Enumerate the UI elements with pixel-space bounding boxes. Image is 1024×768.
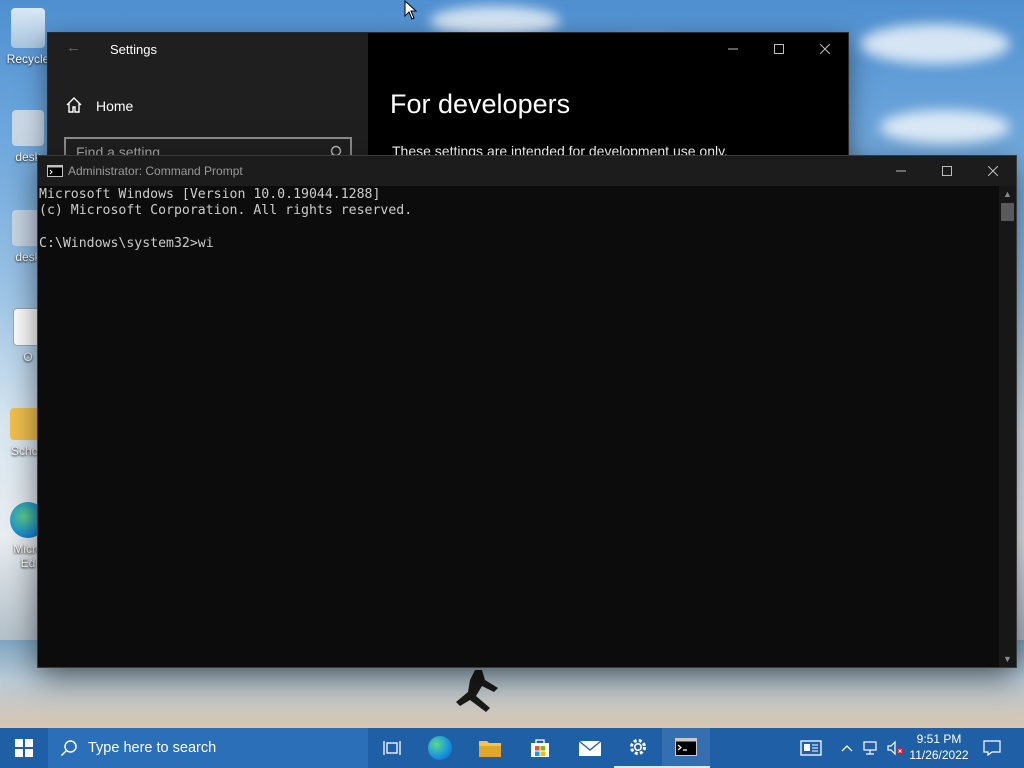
taskbar-clock[interactable]: 9:51 PM 11/26/2022 [904,731,974,763]
command-prompt-icon [675,738,697,756]
store-icon [531,739,549,757]
minimize-icon [896,170,906,172]
page-title: For developers [390,89,571,119]
minimize-button[interactable] [878,156,924,186]
news-icon [800,740,822,756]
desktop-icon-label: O [23,350,33,364]
maximize-icon [774,44,784,54]
desktop-icon-label: desk [15,250,41,264]
back-arrow-icon[interactable]: ← [66,39,82,56]
desktop-icon-label: Recycle [6,52,50,66]
scroll-down-arrow-icon[interactable]: ▼ [999,651,1016,667]
taskbar-settings[interactable] [614,728,662,768]
close-icon [820,44,830,54]
notifications-button[interactable] [978,728,1006,768]
close-button[interactable] [802,33,848,65]
mail-icon [578,740,602,756]
settings-nav-home[interactable]: Home [96,98,133,114]
search-icon [60,740,77,757]
mouse-cursor-icon [404,0,418,20]
minimize-icon [728,48,738,50]
cloud [860,24,1010,64]
settings-window[interactable]: ← Settings Home Find a setting For devel… [48,33,848,169]
taskbar-file-explorer[interactable] [466,728,514,768]
taskbar-mail[interactable] [566,728,614,768]
cloud [430,6,560,36]
desktop-icon-label: desk [15,150,41,164]
app-icon [12,110,44,146]
taskbar-search-box[interactable]: Type here to search [48,728,368,768]
start-button[interactable] [0,728,48,768]
volume-button[interactable] [884,728,906,768]
command-prompt-window[interactable]: Administrator: Command Prompt Microsoft … [38,156,1016,667]
network-status-button[interactable] [860,728,882,768]
cmd-window-title: Administrator: Command Prompt [68,164,243,178]
maximize-icon [942,166,952,176]
wallpaper-runner [456,670,498,712]
minimize-button[interactable] [710,33,756,65]
close-button[interactable] [970,156,1016,186]
edge-icon [428,736,452,760]
volume-muted-icon [887,740,904,756]
windows-logo-icon [15,739,33,757]
clock-date: 11/26/2022 [909,748,969,762]
maximize-button[interactable] [756,33,802,65]
command-prompt-icon [47,165,63,177]
home-icon [66,97,82,113]
settings-window-title: Settings [110,42,157,57]
folder-icon [479,741,501,757]
taskbar: Type here to search 9:51 PM 11/26/2022 [0,728,1024,768]
maximize-button[interactable] [924,156,970,186]
taskbar-microsoft-store[interactable] [516,728,564,768]
cmd-titlebar[interactable]: Administrator: Command Prompt [38,156,1016,186]
chevron-up-icon [841,745,853,752]
taskbar-search-placeholder: Type here to search [88,740,217,756]
vertical-scrollbar[interactable]: ▲ ▼ [999,186,1016,667]
taskbar-command-prompt[interactable] [662,728,710,768]
clock-time: 9:51 PM [916,732,962,746]
cloud [880,110,1010,144]
news-and-interests-button[interactable] [794,728,828,768]
taskbar-edge[interactable] [416,728,464,768]
recycle-bin-icon [11,8,45,48]
scroll-up-arrow-icon[interactable]: ▲ [999,186,1016,202]
gear-icon [630,739,646,755]
notification-icon [983,740,1001,756]
console-output[interactable]: Microsoft Windows [Version 10.0.19044.12… [39,187,999,665]
task-view-icon [383,741,401,755]
task-view-button[interactable] [368,728,416,768]
close-icon [988,166,998,176]
network-icon [863,741,877,755]
show-hidden-icons-button[interactable] [836,728,858,768]
scrollbar-thumb[interactable] [1001,203,1014,221]
